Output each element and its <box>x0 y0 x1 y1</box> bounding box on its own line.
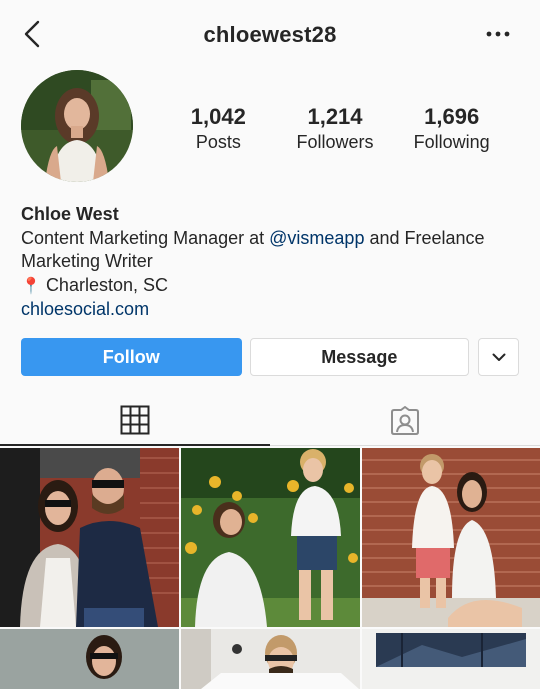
chevron-down-icon <box>492 353 506 361</box>
profile-username: chloewest28 <box>203 22 337 47</box>
bio-location: 📍 Charleston, SC <box>21 274 521 299</box>
profile-stats: 1,042 Posts 1,214 Followers 1,696 Follow… <box>160 104 510 154</box>
options-button[interactable] <box>484 22 512 46</box>
profile-tabs <box>0 396 540 446</box>
tab-tagged[interactable] <box>270 396 540 446</box>
suggested-dropdown-button[interactable] <box>478 338 519 376</box>
grid-icon <box>120 405 150 435</box>
stat-followers[interactable]: 1,214 Followers <box>277 104 394 154</box>
stat-following[interactable]: 1,696 Following <box>393 104 510 154</box>
message-button[interactable]: Message <box>249 338 470 376</box>
location-text: Charleston, SC <box>45 274 168 295</box>
post-thumbnail[interactable] <box>181 448 360 627</box>
post-thumbnail[interactable] <box>0 448 179 627</box>
stat-followers-label: Followers <box>296 132 374 152</box>
website-link[interactable]: chloesocial.com <box>21 298 521 322</box>
post-thumbnail[interactable] <box>362 448 540 627</box>
bio-prefix: Content Marketing Manager at <box>21 227 270 248</box>
post-thumbnail[interactable] <box>181 629 360 689</box>
profile-avatar[interactable] <box>21 70 133 182</box>
stat-posts-label: Posts <box>195 132 241 152</box>
post-thumbnail[interactable] <box>0 629 179 689</box>
profile-display-name: Chloe West <box>21 204 119 224</box>
stat-following-value: 1,696 <box>424 104 480 129</box>
profile-bio: Chloe West Content Marketing Manager at … <box>21 203 521 322</box>
bio-mention-link[interactable]: @vismeapp <box>269 228 364 248</box>
stat-posts[interactable]: 1,042 Posts <box>160 104 277 154</box>
stat-posts-value: 1,042 <box>190 104 246 129</box>
location-pin-icon: 📍 <box>21 277 41 295</box>
tab-posts-grid[interactable] <box>0 396 270 446</box>
profile-actions: Follow Message <box>21 338 519 376</box>
bio-text: Content Marketing Manager at @vismeapp a… <box>21 227 521 274</box>
top-bar: chloewest28 <box>0 0 540 70</box>
stat-followers-value: 1,214 <box>307 104 363 129</box>
follow-button[interactable]: Follow <box>21 338 242 376</box>
more-dots-icon <box>486 31 510 37</box>
tagged-icon <box>391 405 419 435</box>
stat-following-label: Following <box>413 132 490 152</box>
post-thumbnail[interactable] <box>362 629 540 689</box>
